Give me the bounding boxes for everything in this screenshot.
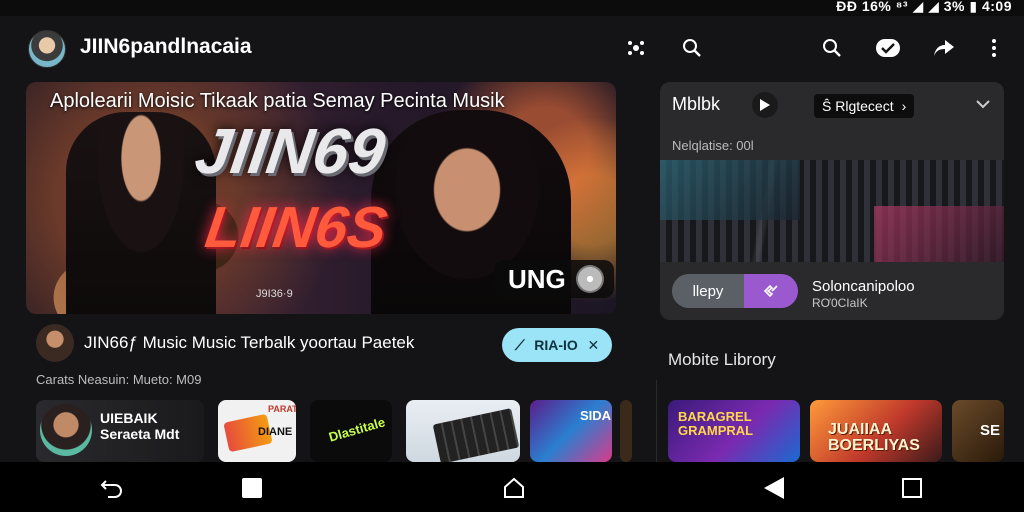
card-title: Mblbk (672, 94, 721, 114)
chip-label: Ŝ Rlgtecect (822, 98, 894, 114)
singer-left-image (66, 112, 216, 314)
stop-square-icon[interactable] (238, 474, 266, 502)
thumbnail-card[interactable]: JUAIIAA BOERLIYAS (810, 400, 942, 462)
hero-logo-line2: LIIN6S (201, 195, 392, 260)
thumbnail-card[interactable]: BARAGREL GRAMPRAL (668, 400, 800, 462)
status-bar: ÐÐ 16% ⁸³ ◢ ◢ 3% ▮ 4:09 (0, 0, 1024, 16)
thumbnail-title: DIANE (258, 426, 293, 438)
chevron-right-icon: › (901, 98, 907, 114)
profile-avatar[interactable] (28, 30, 66, 68)
recent-apps-icon[interactable] (898, 474, 926, 502)
track-action-button[interactable]: ⟋ RIA-IO ✕ (502, 328, 612, 362)
library-heading: Mobite Librory (668, 350, 776, 369)
chevron-down-icon[interactable] (976, 96, 990, 112)
play-icon[interactable] (752, 92, 778, 118)
track-action-label: RIA-IO (534, 337, 578, 353)
thumbnail-title-line2: Seraeta Mdt (100, 426, 180, 442)
toggle-label[interactable]: llepy (672, 274, 744, 308)
triangle-back-icon[interactable] (760, 474, 788, 502)
card-subtitle: Nelqlatise: 00l (672, 138, 754, 153)
system-nav-bar (0, 462, 1024, 512)
network-icon[interactable] (622, 34, 650, 62)
thumbnail-card[interactable]: Dlastitale (310, 400, 392, 462)
thumbnail-card[interactable]: PARAT DIANE (218, 400, 296, 462)
track-subtitle: Carats Neasuin: Mueto: M09 (36, 372, 202, 387)
thumbnail-title-line1: UIEBAIK (100, 410, 158, 426)
status-text: ÐÐ 16% ⁸³ ◢ ◢ 3% ▮ 4:09 (836, 0, 1012, 14)
disc-icon (575, 265, 604, 293)
checkmark-badge-icon[interactable] (874, 34, 902, 62)
now-playing-card[interactable]: Mblbk Ŝ Rlgtecect › Nelqlatise: 00l llep… (660, 82, 1004, 320)
track-title[interactable]: JIN66ƒ Music Music Terbalk yoortau Paete… (84, 333, 414, 353)
card-chip[interactable]: Ŝ Rlgtecect › (814, 94, 915, 118)
thumbnail-title-line1: BARAGREL (678, 409, 752, 424)
thumbnail-title-line2: BOERLIYAS (828, 437, 920, 454)
close-icon[interactable]: ✕ (587, 337, 599, 354)
back-icon[interactable] (98, 474, 126, 502)
thumbnail-title: SIDA (580, 408, 612, 423)
thumbnail-title: SE (980, 422, 1001, 439)
studio-image (660, 160, 1004, 262)
thumbnail-card[interactable]: SIDA (530, 400, 612, 462)
hero-small-text: J9I36·9 (256, 288, 293, 300)
thumbnail-title: UIEBAIK Seraeta Mdt (100, 410, 179, 442)
more-vert-icon[interactable] (980, 34, 1008, 62)
share-icon[interactable] (930, 34, 958, 62)
link-icon[interactable] (744, 274, 798, 308)
section-divider (656, 380, 657, 462)
hero-logo-line1: JIIN69 (190, 115, 390, 187)
keyboard-image (432, 408, 520, 462)
home-icon[interactable] (500, 474, 528, 502)
thumbnail-card[interactable]: SE (952, 400, 1004, 462)
thumbnail-card[interactable] (406, 400, 520, 462)
search-icon[interactable] (678, 34, 706, 62)
hero-badge[interactable]: UNG (494, 260, 614, 298)
app-title: JIIN6pandlnacaia (80, 35, 252, 58)
edit-icon: ⟋ (514, 336, 525, 353)
artist-avatar (40, 404, 92, 456)
thumbnail-title-line1: JUAIIAA (828, 421, 893, 438)
thumbnail-title-line2: GRAMPRAL (678, 423, 754, 438)
thumbnail-tag: PARAT (268, 404, 296, 414)
track-avatar[interactable] (36, 324, 74, 362)
play-toggle[interactable]: llepy (672, 274, 798, 308)
thumbnail-card[interactable] (620, 400, 632, 462)
search-icon[interactable] (818, 34, 846, 62)
hero-banner[interactable]: JIIN69 LIIN6S J9I36·9 Aplolearii Moisic … (26, 82, 616, 314)
thumbnail-title: BARAGREL GRAMPRAL (678, 410, 753, 438)
thumbnail-title: JUAIIAA BOERLIYAS (828, 422, 920, 454)
hero-caption: Aplolearii Moisic Tikaak patia Semay Pec… (50, 90, 505, 112)
artist-name: Soloncanipoloo (812, 278, 915, 295)
thumbnail-title: Dlastitale (327, 414, 387, 445)
artist-meta: RƠ0CIaIK (812, 296, 868, 310)
thumbnail-card[interactable]: UIEBAIK Seraeta Mdt (36, 400, 204, 462)
hero-badge-label: UNG (508, 263, 566, 294)
